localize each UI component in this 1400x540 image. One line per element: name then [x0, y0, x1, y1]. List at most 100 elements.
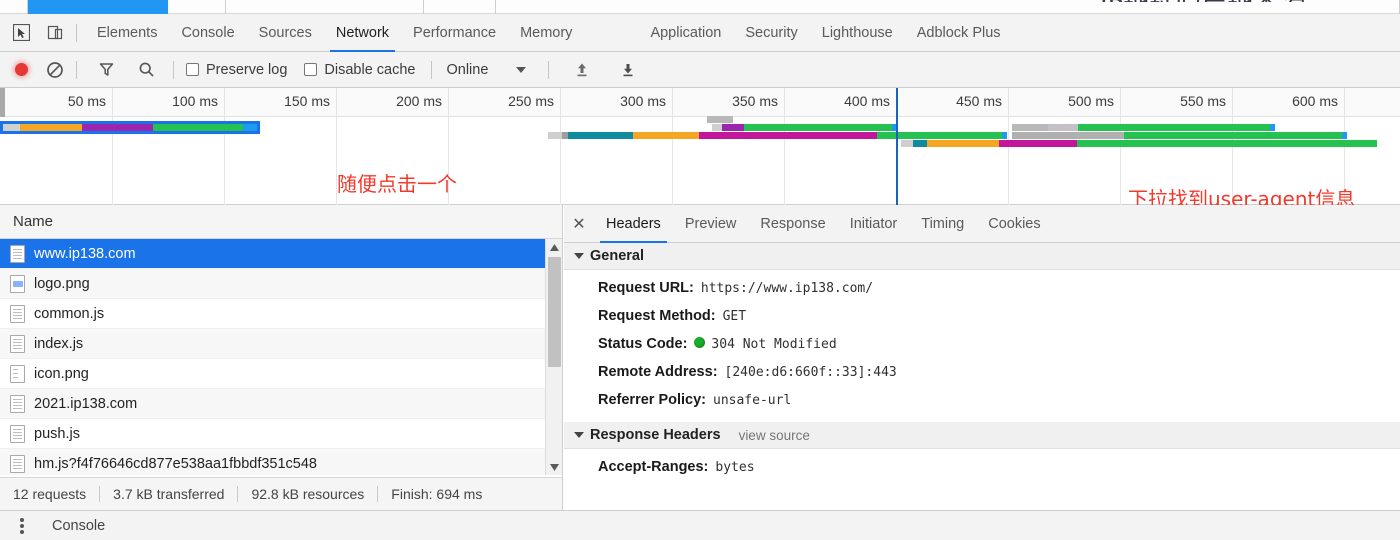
tab-performance[interactable]: Performance	[401, 14, 508, 52]
table-row[interactable]: www.ip138.com	[0, 239, 562, 269]
preserve-log-checkbox[interactable]: Preserve log	[186, 62, 287, 78]
tab-sources[interactable]: Sources	[247, 14, 324, 52]
table-row[interactable]: hm.js?f4f76646cd877e538aa1fbbdf351c548	[0, 449, 562, 475]
document-icon	[10, 395, 25, 413]
console-drawer: Console	[0, 510, 1400, 540]
waterfall-bar[interactable]	[1012, 132, 1347, 139]
waterfall-bar[interactable]	[3, 124, 257, 131]
header-row: Accept-Ranges:bytes	[564, 453, 1400, 481]
timeline-tick-label: 600 ms	[1292, 93, 1344, 109]
tab-security[interactable]: Security	[733, 14, 809, 52]
detail-tab-headers[interactable]: Headers	[594, 205, 673, 243]
inspect-element-icon[interactable]	[8, 20, 34, 46]
browser-tab-0[interactable]	[0, 0, 28, 14]
chevron-down-icon[interactable]	[574, 253, 584, 259]
general-section-header[interactable]: General	[564, 243, 1400, 270]
waterfall-bar[interactable]	[901, 140, 1377, 147]
requests-pane: Name www.ip138.comlogo.pngcommon.js index…	[0, 205, 563, 510]
general-rows: Request URL:https://www.ip138.com/Reques…	[564, 270, 1400, 414]
scroll-up-arrow-icon[interactable]	[546, 239, 562, 255]
request-name: push.js	[34, 426, 80, 442]
header-value: bytes	[715, 460, 754, 475]
tab-console[interactable]: Console	[169, 14, 246, 52]
tab-memory[interactable]: Memory	[508, 14, 584, 52]
timeline-tick-label: 250 ms	[508, 93, 560, 109]
preserve-log-box[interactable]	[186, 63, 199, 76]
disable-cache-box[interactable]	[304, 63, 317, 76]
waterfall-segment	[744, 124, 892, 131]
waterfall-bar[interactable]	[707, 116, 733, 123]
status-finish: Finish: 694 ms	[378, 486, 495, 502]
chevron-down-icon-2[interactable]	[574, 432, 584, 438]
record-button-icon[interactable]	[8, 57, 34, 83]
browser-tab-4[interactable]	[424, 0, 496, 14]
tab-application[interactable]: Application	[638, 14, 733, 52]
requests-list[interactable]: www.ip138.comlogo.pngcommon.js index.js ic…	[0, 239, 562, 475]
scrollbar-thumb[interactable]	[548, 257, 561, 367]
browser-tab-5[interactable]	[496, 0, 1400, 14]
tab-elements[interactable]: Elements	[85, 14, 169, 52]
header-row: Referrer Policy:unsafe-url	[564, 386, 1400, 414]
browser-tab-3[interactable]	[226, 0, 424, 14]
browser-tab-2[interactable]	[168, 0, 226, 14]
table-row[interactable]: 2021.ip138.com	[0, 389, 562, 419]
waterfall-segment	[699, 132, 877, 139]
status-resources: 92.8 kB resources	[238, 486, 377, 502]
column-header-name[interactable]: Name	[0, 205, 562, 239]
requests-scrollbar[interactable]	[545, 239, 562, 475]
status-requests: 12 requests	[0, 486, 99, 502]
table-row[interactable]: push.js	[0, 419, 562, 449]
import-har-up-arrow-icon[interactable]	[569, 57, 595, 83]
table-row[interactable]: common.js	[0, 299, 562, 329]
waterfall-segment	[153, 124, 243, 131]
tab-lighthouse[interactable]: Lighthouse	[810, 14, 905, 52]
export-har-down-arrow-icon[interactable]	[615, 57, 641, 83]
drawer-tab-console[interactable]: Console	[52, 518, 105, 534]
header-key: Request Method:	[598, 308, 716, 324]
timeline-tick-label: 300 ms	[620, 93, 672, 109]
throttling-select[interactable]: Online	[446, 62, 488, 78]
detail-tab-initiator[interactable]: Initiator	[838, 205, 910, 243]
tab-network[interactable]: Network	[324, 14, 401, 52]
waterfall-bar[interactable]	[548, 132, 1007, 139]
waterfall-segment	[1342, 132, 1347, 139]
waterfall-segment	[927, 140, 999, 147]
clear-network-log-icon[interactable]	[42, 57, 68, 83]
timeline-tick-label: 200 ms	[396, 93, 448, 109]
chevron-down-icon[interactable]	[516, 67, 526, 73]
filter-funnel-icon[interactable]	[93, 57, 119, 83]
tab-adblock-plus[interactable]: Adblock Plus	[905, 14, 1013, 52]
request-name: index.js	[34, 336, 83, 352]
response-headers-section-header[interactable]: Response Headers view source	[564, 422, 1400, 449]
table-row[interactable]: icon.png	[0, 359, 562, 389]
header-value: GET	[723, 309, 746, 324]
script-icon	[10, 305, 25, 323]
detail-tab-cookies[interactable]: Cookies	[976, 205, 1052, 243]
device-toolbar-icon[interactable]	[42, 20, 68, 46]
waterfall-segment	[548, 132, 562, 139]
view-source-link[interactable]: view source	[739, 428, 810, 443]
script-icon	[10, 335, 25, 353]
network-status-bar: 12 requests 3.7 kB transferred 92.8 kB r…	[0, 477, 563, 510]
disable-cache-checkbox[interactable]: Disable cache	[304, 62, 415, 78]
detail-tab-timing[interactable]: Timing	[909, 205, 976, 243]
detail-tab-preview[interactable]: Preview	[673, 205, 749, 243]
timeline-tick-label: 150 ms	[284, 93, 336, 109]
timeline-left-edge	[0, 88, 5, 117]
search-magnifier-icon[interactable]	[133, 57, 159, 83]
browser-tab-1[interactable]	[28, 0, 168, 14]
close-icon[interactable]: ✕	[564, 205, 594, 243]
waterfall-segment	[1124, 132, 1342, 139]
waterfall-bar[interactable]	[1012, 124, 1275, 131]
toolbar-divider	[76, 24, 77, 42]
disable-cache-label: Disable cache	[324, 62, 415, 78]
timeline-tick-label: 400 ms	[844, 93, 896, 109]
table-row[interactable]: index.js	[0, 329, 562, 359]
waterfall-segment	[1002, 132, 1007, 139]
scroll-down-arrow-icon[interactable]	[546, 459, 562, 475]
table-row[interactable]: logo.png	[0, 269, 562, 299]
waterfall-bar[interactable]	[712, 124, 898, 131]
more-options-kebab-icon[interactable]	[20, 524, 24, 528]
detail-tab-response[interactable]: Response	[748, 205, 837, 243]
timeline-gridline	[784, 88, 785, 205]
